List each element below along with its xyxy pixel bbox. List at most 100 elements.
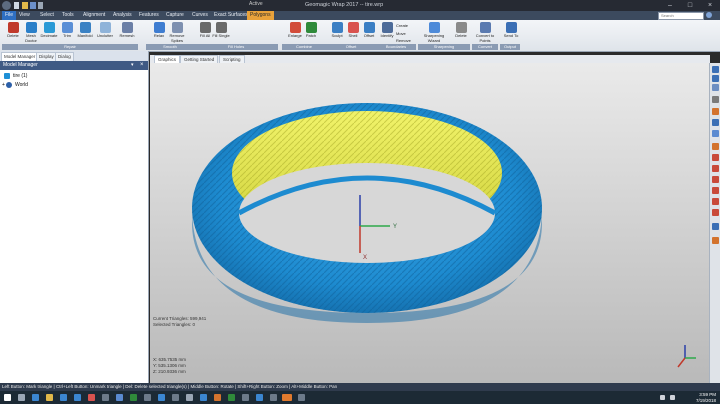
group-label-smooth: Smooth	[146, 44, 194, 50]
select-visible-icon[interactable]	[712, 165, 719, 172]
store-icon[interactable]	[60, 394, 67, 401]
globe-icon	[6, 82, 12, 88]
zoom-fit-icon[interactable]	[712, 96, 719, 103]
send-to-button[interactable]: Send To	[500, 22, 522, 44]
menu-tab-view[interactable]: View	[16, 11, 33, 20]
quick-access-toolbar[interactable]	[14, 2, 44, 9]
render-icon[interactable]	[712, 108, 719, 115]
remove-spikes-button[interactable]: Remove Spikes	[166, 22, 188, 44]
tire-model[interactable]: Y X	[150, 63, 709, 383]
app-icon-7[interactable]	[186, 394, 193, 401]
menu-tab-polygons[interactable]: Polygons	[247, 11, 274, 20]
group-label-output: Output	[500, 44, 520, 50]
menu-tab-analysis[interactable]: Analysis	[110, 11, 135, 20]
menu-tab-file[interactable]: File	[2, 11, 17, 20]
close-icon[interactable]: ×	[700, 0, 720, 11]
fill-single-icon	[215, 22, 227, 33]
tab-display[interactable]: Display	[36, 52, 57, 61]
tree-item-tire[interactable]: tire (1)	[2, 72, 146, 80]
sharpening-wizard-icon	[428, 22, 440, 33]
menu-tab-curves[interactable]: Curves	[189, 11, 211, 20]
search-input[interactable]: Search	[658, 12, 704, 20]
app-icon-5[interactable]	[158, 394, 165, 401]
delete-feature-button[interactable]: Delete	[450, 22, 472, 44]
edge-browser-icon[interactable]	[32, 394, 39, 401]
manifold-button[interactable]: Manifold	[74, 22, 96, 44]
tab-model-manager[interactable]: Model Manager	[1, 52, 39, 61]
view-front-icon[interactable]	[712, 66, 719, 73]
unclutter-button[interactable]: Unclutter	[94, 22, 116, 44]
fill-single-button[interactable]: Fill Single	[210, 22, 232, 44]
help-icon[interactable]	[706, 12, 712, 18]
app-icon-3[interactable]	[130, 394, 137, 401]
taskbar: 3:59 PM 7/19/2018	[0, 391, 720, 404]
undo-icon[interactable]	[38, 2, 43, 9]
identify-icon	[381, 22, 393, 33]
menu-tab-tools[interactable]: Tools	[59, 11, 77, 20]
pin-icon[interactable]: ▾	[131, 61, 134, 70]
open-file-icon[interactable]	[22, 2, 28, 9]
shading-icon[interactable]	[712, 119, 719, 126]
graphics-tabs: Graphics Getting Started Scripting	[150, 55, 710, 65]
menu-tab-alignment[interactable]: Alignment	[80, 11, 108, 20]
app-icon-14[interactable]	[298, 394, 305, 401]
save-icon[interactable]	[30, 2, 36, 9]
clip-icon[interactable]	[712, 223, 719, 230]
app-logo-icon[interactable]	[2, 1, 11, 10]
volume-icon[interactable]	[670, 395, 675, 400]
minimize-icon[interactable]: –	[660, 0, 680, 11]
tree-item-label: tire (1)	[13, 73, 28, 79]
app-icon-11[interactable]	[242, 394, 249, 401]
app-icon-8[interactable]	[200, 394, 207, 401]
panel-close-icon[interactable]: ×	[140, 61, 144, 70]
clear-selection-icon[interactable]	[712, 209, 719, 216]
app-icon-1[interactable]	[102, 394, 109, 401]
menu-tab-features[interactable]: Features	[136, 11, 162, 20]
remesh-button[interactable]: Remesh	[116, 22, 138, 44]
mail-icon[interactable]	[74, 394, 81, 401]
new-file-icon[interactable]	[14, 2, 19, 9]
sharpening-wizard-button[interactable]: Sharpening Wizard	[420, 22, 448, 44]
select-all-icon[interactable]	[712, 198, 719, 205]
app-icon-12[interactable]	[256, 394, 263, 401]
task-view-icon[interactable]	[18, 394, 25, 401]
boundary-create-item[interactable]: Create	[396, 23, 408, 28]
expand-icon[interactable]: +	[2, 81, 5, 89]
select-icon[interactable]	[712, 154, 719, 161]
convert-to-points-button[interactable]: Convert to Points	[472, 22, 498, 44]
tree-item-world[interactable]: + World	[2, 81, 146, 89]
select-lasso-icon[interactable]	[712, 176, 719, 183]
identify-button[interactable]: Identify	[376, 22, 398, 44]
orientation-triad[interactable]	[677, 345, 696, 368]
app-icon-6[interactable]	[172, 394, 179, 401]
menu-tab-capture[interactable]: Capture	[163, 11, 187, 20]
patch-button[interactable]: Patch	[300, 22, 322, 44]
menu-tab-select[interactable]: Select	[37, 11, 57, 20]
app-icon-9[interactable]	[214, 394, 221, 401]
left-panel: Model Manager Display Dialog Model Manag…	[0, 51, 149, 383]
graphics-viewport[interactable]: Y X Current Triangles: 599,941 Selected …	[150, 63, 709, 383]
app-icon-2[interactable]	[116, 394, 123, 401]
file-explorer-icon[interactable]	[46, 394, 53, 401]
view-iso-icon[interactable]	[712, 84, 719, 91]
windows-start-icon[interactable]	[4, 394, 11, 401]
chrome-icon[interactable]	[88, 394, 95, 401]
app-icon-10[interactable]	[228, 394, 235, 401]
menu-tab-exact-surfaces[interactable]: Exact Surfaces	[211, 11, 251, 20]
boundary-move-item[interactable]: Move	[396, 31, 406, 36]
measure-icon[interactable]	[712, 237, 719, 244]
network-icon[interactable]	[660, 395, 665, 400]
wireframe-icon[interactable]	[712, 130, 719, 137]
boundary-remove-item[interactable]: Remove	[396, 38, 411, 43]
group-label-fill-holes: Fill Holes	[194, 44, 278, 50]
system-clock[interactable]: 3:59 PM 7/19/2018	[686, 392, 716, 403]
maximize-icon[interactable]: □	[680, 0, 700, 11]
view-top-icon[interactable]	[712, 75, 719, 82]
light-icon[interactable]	[712, 143, 719, 150]
tab-dialog[interactable]: Dialog	[55, 52, 74, 61]
geomagic-taskbar-icon[interactable]	[282, 394, 292, 401]
select-brush-icon[interactable]	[712, 187, 719, 194]
app-icon-4[interactable]	[144, 394, 151, 401]
triangle-stats: Current Triangles: 599,941 Selected Tria…	[153, 316, 206, 328]
app-icon-13[interactable]	[270, 394, 277, 401]
